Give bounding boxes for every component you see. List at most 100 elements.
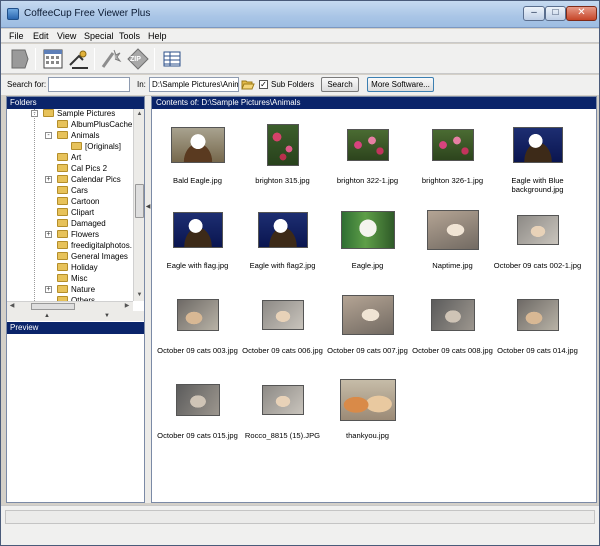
- scroll-left-icon[interactable]: ◀: [7, 301, 17, 311]
- menu-bar: File Edit View Special Tools Help: [1, 29, 599, 43]
- scroll-right-icon[interactable]: ▶: [122, 301, 132, 311]
- thumbnail-item[interactable]: brighton 326-1.jpg: [410, 120, 495, 205]
- gallery-icon[interactable]: [67, 47, 91, 71]
- thumbnail-image[interactable]: [261, 300, 304, 330]
- thumbnail-caption: October 09 cats 015.jpg: [157, 431, 238, 440]
- thumbnail-item[interactable]: thankyou.jpg: [325, 375, 410, 460]
- grid-icon[interactable]: [160, 47, 184, 71]
- thumbnail-image[interactable]: [257, 212, 308, 248]
- folder-tree-horizontal-scrollbar[interactable]: ◀ ▶: [7, 301, 133, 311]
- folder-icon: [57, 186, 68, 194]
- thumbnail-item[interactable]: Eagle with flag.jpg: [155, 205, 240, 290]
- horizontal-scroll-thumb[interactable]: [31, 303, 75, 310]
- contents-pane: Contents of: D:\Sample Pictures\Animals …: [151, 96, 597, 503]
- folder-tree-item[interactable]: Art: [7, 152, 133, 163]
- folder-tree-item[interactable]: + Nature: [7, 284, 133, 295]
- thumbnail-image[interactable]: [175, 384, 220, 416]
- folder-tree-item[interactable]: Cal Pics 2: [7, 163, 133, 174]
- back-icon[interactable]: [8, 47, 32, 71]
- search-input[interactable]: [48, 77, 130, 92]
- menu-help[interactable]: Help: [148, 31, 167, 41]
- thumbnail-image[interactable]: [516, 299, 559, 331]
- folder-label: Damaged: [71, 219, 106, 228]
- collapse-down-icon[interactable]: ▼: [103, 313, 111, 319]
- thumbnail-image[interactable]: [339, 379, 396, 421]
- menu-file[interactable]: File: [9, 31, 24, 41]
- open-folder-icon[interactable]: [241, 78, 255, 91]
- folder-tree-item[interactable]: Cars: [7, 185, 133, 196]
- thumbnail-item[interactable]: Bald Eagle.jpg: [155, 120, 240, 205]
- thumbnail-item[interactable]: Eagle with Blue background.jpg: [495, 120, 580, 205]
- thumbnail-image[interactable]: [431, 129, 474, 161]
- thumbnail-item[interactable]: brighton 315.jpg: [240, 120, 325, 205]
- thumbnail-image[interactable]: [266, 124, 299, 166]
- thumbnail-caption: Naptime.jpg: [432, 261, 473, 270]
- folder-tree-item[interactable]: - Animals: [7, 130, 133, 141]
- thumbnail-item[interactable]: October 09 cats 014.jpg: [495, 290, 580, 375]
- expand-plus-icon[interactable]: +: [45, 176, 52, 183]
- path-field[interactable]: D:\Sample Pictures\Anim: [149, 77, 239, 92]
- thumbnail-item[interactable]: October 09 cats 015.jpg: [155, 375, 240, 460]
- folder-icon: [57, 274, 68, 282]
- maximize-button[interactable]: □: [545, 6, 566, 21]
- folder-label: General Images: [71, 252, 128, 261]
- thumbnail-image[interactable]: [512, 127, 563, 163]
- folder-tree-item[interactable]: General Images: [7, 251, 133, 262]
- thumbnail-image[interactable]: [341, 295, 394, 335]
- folder-tree-vertical-scrollbar[interactable]: ▲ ▼: [133, 109, 144, 301]
- wand-icon[interactable]: [99, 47, 123, 71]
- more-software-button[interactable]: More Software...: [367, 77, 434, 92]
- thumbnail-item[interactable]: October 09 cats 008.jpg: [410, 290, 495, 375]
- folder-tree-item[interactable]: + Calendar Pics: [7, 174, 133, 185]
- folder-tree-item[interactable]: Clipart: [7, 207, 133, 218]
- zip-icon[interactable]: ZIP: [126, 47, 150, 71]
- thumbnail-item[interactable]: October 09 cats 007.jpg: [325, 290, 410, 375]
- thumbnail-item[interactable]: Rocco_8815 (15).JPG: [240, 375, 325, 460]
- thumbnail-image[interactable]: [261, 385, 304, 415]
- close-button[interactable]: ✕: [566, 6, 597, 21]
- thumbnail-item[interactable]: Eagle.jpg: [325, 205, 410, 290]
- thumbnail-item[interactable]: Naptime.jpg: [410, 205, 495, 290]
- thumbnail-image[interactable]: [176, 299, 219, 331]
- folder-tree-item[interactable]: [Originals]: [7, 141, 133, 152]
- thumbnail-image[interactable]: [346, 129, 389, 161]
- thumbnail-image[interactable]: [170, 127, 225, 163]
- folder-tree-item[interactable]: freedigitalphotos.: [7, 240, 133, 251]
- menu-view[interactable]: View: [57, 31, 76, 41]
- collapse-up-icon[interactable]: ▲: [43, 313, 51, 319]
- folder-tree-item[interactable]: Holiday: [7, 262, 133, 273]
- thumbnail-item[interactable]: brighton 322-1.jpg: [325, 120, 410, 205]
- menu-tools[interactable]: Tools: [119, 31, 140, 41]
- thumbnail-image[interactable]: [172, 212, 223, 248]
- subfolders-checkbox[interactable]: ✓: [259, 80, 268, 89]
- title-bar[interactable]: CoffeeCup Free Viewer Plus – □ ✕: [1, 1, 599, 28]
- expand-plus-icon[interactable]: +: [45, 231, 52, 238]
- thumbnail-caption: October 09 cats 008.jpg: [412, 346, 493, 355]
- calendar-icon[interactable]: [41, 47, 65, 71]
- thumbnail-image[interactable]: [516, 215, 559, 245]
- scroll-up-icon[interactable]: ▲: [134, 109, 145, 120]
- menu-edit[interactable]: Edit: [33, 31, 49, 41]
- folder-tree-item[interactable]: + Flowers: [7, 229, 133, 240]
- collapse-minus-icon[interactable]: -: [45, 132, 52, 139]
- folders-pane: Folders - Sample Pictures AlbumPlusCache - A…: [6, 96, 145, 503]
- expand-plus-icon[interactable]: +: [45, 286, 52, 293]
- folder-tree-item[interactable]: AlbumPlusCache: [7, 119, 133, 130]
- folder-tree-item[interactable]: Cartoon: [7, 196, 133, 207]
- pane-splitter[interactable]: ▲ ▼: [7, 311, 144, 321]
- thumbnail-image[interactable]: [340, 211, 395, 249]
- search-button[interactable]: Search: [321, 77, 359, 92]
- thumbnail-image[interactable]: [430, 299, 475, 331]
- thumbnail-item[interactable]: October 09 cats 006.jpg: [240, 290, 325, 375]
- thumbnail-item[interactable]: Eagle with flag2.jpg: [240, 205, 325, 290]
- thumbnail-item[interactable]: October 09 cats 003.jpg: [155, 290, 240, 375]
- folder-tree-item[interactable]: Misc: [7, 273, 133, 284]
- menu-special[interactable]: Special: [84, 31, 114, 41]
- folder-tree-item[interactable]: - Sample Pictures: [7, 109, 133, 119]
- folder-tree-item[interactable]: Damaged: [7, 218, 133, 229]
- minimize-button[interactable]: –: [523, 6, 545, 21]
- scroll-thumb[interactable]: [135, 184, 144, 218]
- thumbnail-image[interactable]: [426, 210, 479, 250]
- thumbnail-item[interactable]: October 09 cats 002-1.jpg: [494, 205, 581, 290]
- scroll-down-icon[interactable]: ▼: [134, 290, 145, 301]
